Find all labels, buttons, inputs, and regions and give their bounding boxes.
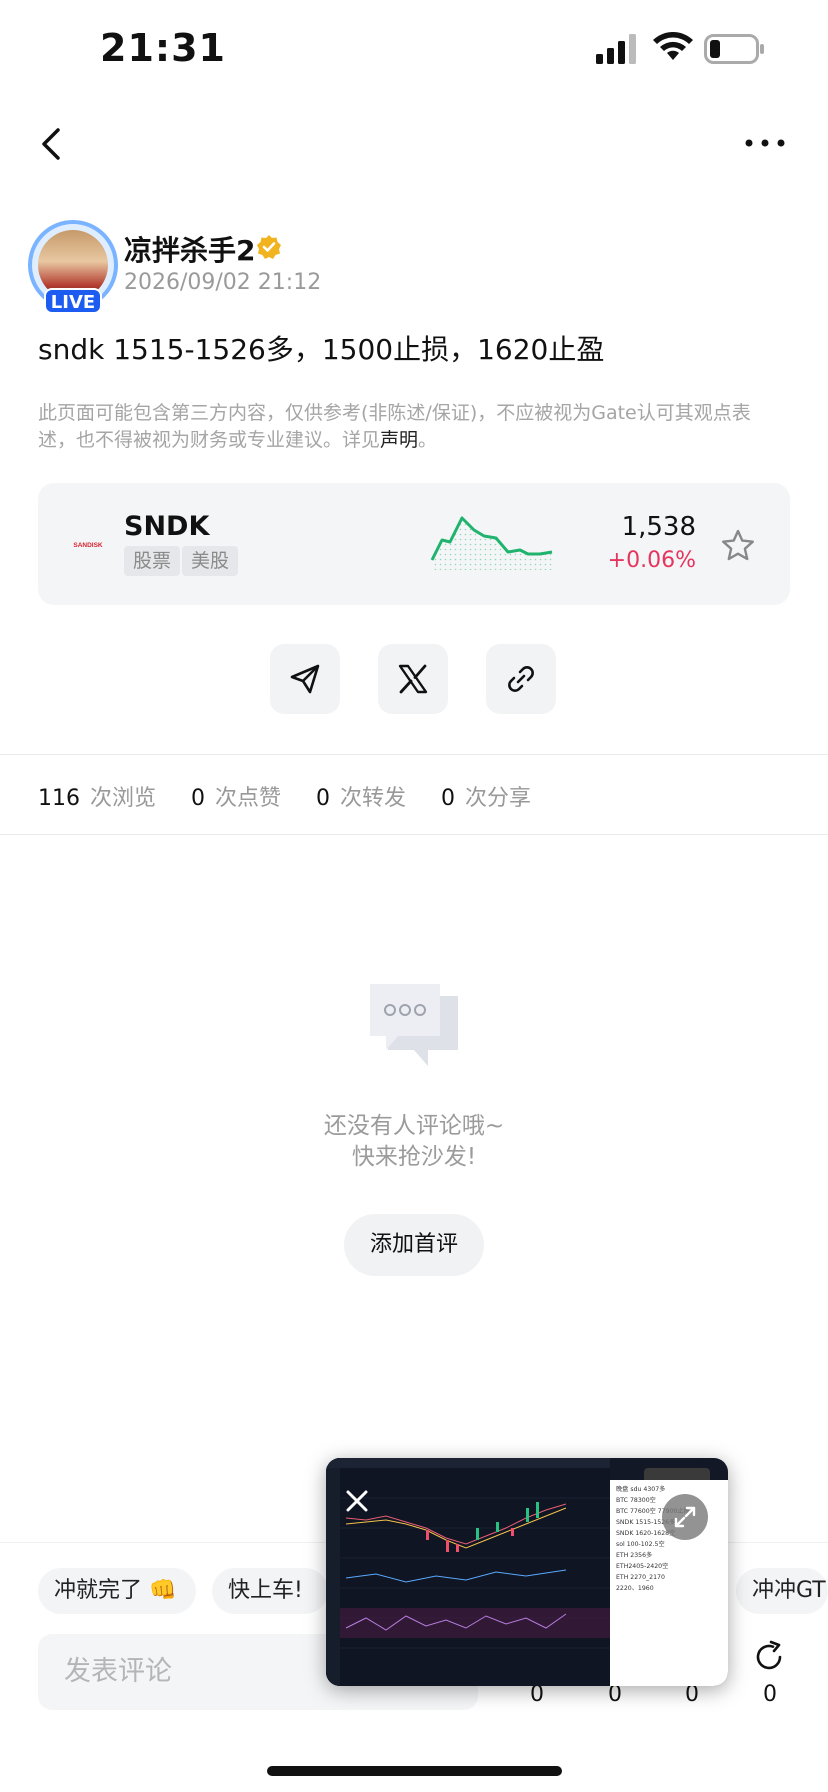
home-indicator — [267, 1766, 562, 1776]
views-label: 次浏览 — [90, 786, 157, 811]
more-dots-icon[interactable] — [744, 136, 786, 150]
share-x-button[interactable] — [378, 644, 448, 714]
disclaimer-end: 。 — [418, 429, 438, 451]
post-stats: 116 次浏览 0 次点赞 0 次转发 0 次分享 — [38, 780, 559, 812]
comment-bubble-icon — [370, 984, 458, 1066]
share-telegram-button[interactable] — [270, 644, 340, 714]
views-count: 116 — [38, 786, 80, 811]
live-badge[interactable]: LIVE — [44, 288, 102, 314]
divider — [0, 754, 828, 755]
counter-4: 0 — [763, 1682, 777, 1707]
cellular-signal-icon — [596, 34, 636, 64]
empty-state-line2: 快来抢沙发! — [351, 1144, 477, 1170]
stock-change: +0.06% — [607, 548, 696, 573]
verified-badge-icon — [257, 235, 281, 259]
stock-price: 1,538 — [621, 512, 696, 542]
disclaimer-link[interactable]: 声明 — [380, 429, 418, 451]
battery-icon — [704, 34, 764, 64]
author-name[interactable]: 凉拌杀手2 — [124, 229, 255, 269]
link-icon — [508, 666, 534, 692]
pip-note-line: ETH2405-2420空 — [616, 1563, 669, 1570]
chevron-left-icon[interactable] — [36, 124, 66, 164]
add-first-comment-button[interactable]: 添加首评 — [344, 1214, 484, 1276]
pip-video-player[interactable]: 晚盘 sdu 4307多 BTC 78300空 BTC 77600空 77900… — [326, 1458, 728, 1686]
post-time: 2026/09/02 21:12 — [124, 270, 322, 295]
disclaimer: 此页面可能包含第三方内容，仅供参考(非陈述/保证)，不应被视为Gate认可其观点… — [38, 400, 774, 454]
star-icon[interactable] — [720, 528, 756, 564]
reposts-count: 0 — [316, 786, 331, 811]
empty-state-line1: 还没有人评论哦~ — [323, 1113, 505, 1139]
reposts-label: 次转发 — [340, 786, 407, 811]
stock-card[interactable] — [38, 483, 790, 605]
quick-reply-chip[interactable]: 冲就完了 👊 — [38, 1568, 196, 1614]
shares-label: 次分享 — [465, 786, 532, 811]
telegram-icon — [290, 664, 320, 694]
sandisk-logo: SANDISK — [73, 542, 103, 549]
pip-note-line: ETH 2356多 — [616, 1552, 653, 1559]
close-icon[interactable] — [340, 1484, 374, 1518]
quick-reply-chip[interactable]: 冲冲GT — [736, 1568, 828, 1614]
expand-button[interactable] — [662, 1494, 708, 1540]
copy-link-button[interactable] — [486, 644, 556, 714]
likes-count: 0 — [191, 786, 206, 811]
stock-tag-type: 股票 — [124, 546, 181, 576]
post-content: sndk 1515-1526多，1500止损，1620止盈 — [38, 333, 605, 366]
price-sparkline — [430, 516, 553, 570]
quick-reply-chip[interactable]: 快上车! — [212, 1568, 328, 1614]
stock-ticker: SNDK — [124, 511, 210, 542]
stock-tag-market: 美股 — [182, 546, 239, 576]
shares-count: 0 — [441, 786, 456, 811]
pip-note-line: 晚盘 sdu 4307多 — [616, 1486, 666, 1493]
expand-icon — [674, 1506, 696, 1528]
wifi-icon — [653, 31, 693, 60]
pip-note-line: ETH 2270_2170 — [616, 1574, 665, 1581]
refresh-icon[interactable] — [752, 1640, 786, 1674]
likes-label: 次点赞 — [215, 786, 282, 811]
pip-note-line: sol 100-102.5空 — [616, 1541, 665, 1548]
pip-note-line: 2220、1960 — [616, 1585, 654, 1592]
divider — [0, 834, 828, 835]
svg-text:SANDISK: SANDISK — [73, 542, 103, 549]
status-time: 21:31 — [100, 26, 226, 70]
x-logo-icon — [398, 664, 428, 694]
